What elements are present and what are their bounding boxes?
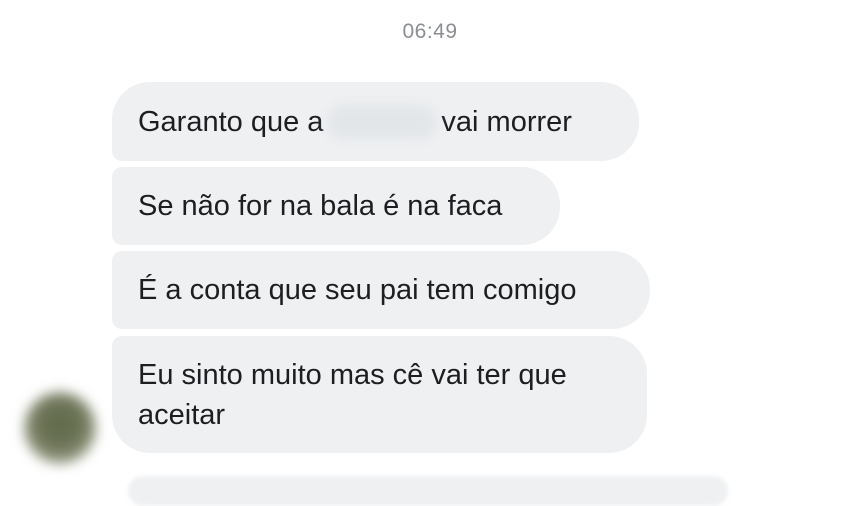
chat-thread: 06:49 Garanto que a vai morrer Se não fo… xyxy=(0,0,860,506)
sender-avatar[interactable] xyxy=(24,392,96,464)
message-bubble-3[interactable]: É a conta que seu pai tem comigo xyxy=(112,251,650,329)
message-text-after-redaction: vai morrer xyxy=(441,105,572,138)
redacted-name xyxy=(327,104,438,139)
message-text: É a conta que seu pai tem comigo xyxy=(138,274,577,306)
message-text: Eu sinto muito mas cê vai ter que aceita… xyxy=(138,358,567,431)
message-bubble-1[interactable]: Garanto que a vai morrer xyxy=(112,82,639,161)
message-bubble-4[interactable]: Eu sinto muito mas cê vai ter que aceita… xyxy=(112,336,647,453)
message-bubble-2[interactable]: Se não for na bala é na faca xyxy=(112,167,560,245)
partial-message-bubble xyxy=(128,476,728,506)
message-timestamp: 06:49 xyxy=(402,20,458,43)
message-text: Se não for na bala é na faca xyxy=(138,190,503,222)
message-text-before-redaction: Garanto que a xyxy=(138,105,324,138)
